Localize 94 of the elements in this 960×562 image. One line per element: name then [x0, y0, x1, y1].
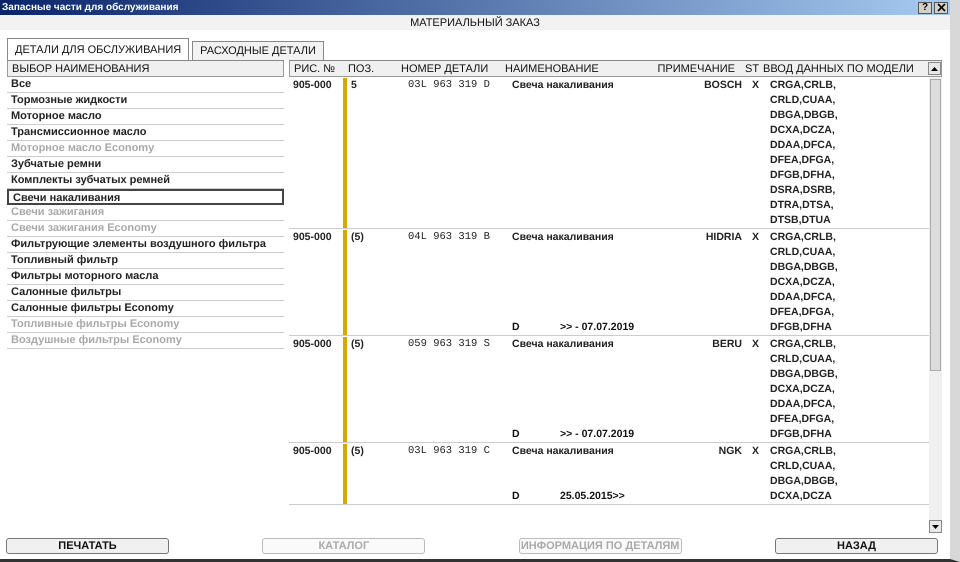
model-code: CRGA,CRLB,	[770, 337, 837, 352]
model-code: CRLD,CUAA,	[770, 245, 836, 260]
model-code: DCXA,DCZA,	[770, 123, 836, 138]
model-code: DBGA,DBGB,	[770, 367, 839, 382]
action-button[interactable]: ПЕЧАТАТЬ	[6, 538, 169, 554]
table-cell-text: (5)	[350, 444, 365, 459]
model-code: CRGA,CRLB,	[770, 230, 837, 245]
scroll-down-button[interactable]	[929, 520, 942, 533]
row-marker	[343, 444, 347, 504]
table-cell-text: 905-000	[292, 230, 333, 245]
column-header: ВЫБОР НАИМЕНОВАНИЯ	[7, 61, 284, 77]
table-cell-text: Свеча накаливания	[512, 444, 615, 459]
sidebar-item[interactable]: Фильтры моторного масла	[7, 269, 284, 285]
table-cell-text: 03L 963 319 D	[408, 78, 491, 93]
table-cell-text: Свеча накаливания	[512, 230, 615, 245]
model-code: DFEA,DFGA,	[770, 412, 836, 427]
scrollbar[interactable]	[929, 77, 942, 533]
model-code: DSRA,DSRB,	[770, 183, 836, 198]
table-cell-text: D	[512, 320, 521, 335]
table-cell-text: 905-000	[292, 337, 333, 352]
sidebar-item[interactable]: Все	[7, 77, 284, 93]
sidebar-item[interactable]: Топливный фильтр	[7, 253, 284, 269]
table-cell-text: BERU	[711, 337, 742, 352]
table-cell-text: BOSCH	[703, 78, 742, 93]
model-code: DFEA,DFGA,	[770, 305, 836, 320]
model-code: DFGB,DFHA	[770, 320, 833, 335]
header-title: МАТЕРИАЛЬНЫЙ ЗАКАЗ	[410, 16, 540, 28]
column-header: ST	[744, 62, 760, 74]
date-range: >> - 07.07.2019	[560, 427, 634, 442]
model-code: DTSB,DTUA	[770, 213, 832, 228]
table-cell-text: 04L 963 319 B	[408, 230, 491, 245]
sidebar-item[interactable]: Моторное масло	[7, 109, 284, 125]
help-button[interactable]: ?	[918, 2, 932, 14]
model-code: DTRA,DTSA,	[770, 198, 835, 213]
date-range: >> - 07.07.2019	[560, 320, 634, 335]
action-button[interactable]: НАЗАД	[774, 538, 938, 554]
table-cell-text: X	[751, 78, 760, 93]
model-code: DCXA,DCZA,	[770, 275, 836, 290]
table-cell-text: D	[512, 427, 521, 442]
table-cell-text: 905-000	[292, 444, 333, 459]
column-header: ВВОД ДАННЫХ ПО МОДЕЛИ	[763, 62, 915, 74]
column-header: НАИМЕНОВАНИЕ	[505, 62, 600, 74]
sidebar-item[interactable]: Зубчатые ремни	[7, 157, 284, 173]
table-cell-text: HIDRIA	[704, 230, 742, 245]
tab[interactable]: РАСХОДНЫЕ ДЕТАЛИ	[192, 41, 324, 60]
column-header: ПРИМЕЧАНИЕ	[656, 62, 735, 74]
window-title: Запасные части для обслуживания	[2, 2, 178, 13]
model-code: CRGA,CRLB,	[770, 444, 837, 459]
sidebar-item[interactable]: Комплекты зубчатых ремней	[7, 173, 284, 189]
table-cell-text: 059 963 319 S	[408, 337, 491, 352]
table-cell-text: X	[751, 337, 760, 352]
model-code: DBGA,DBGB,	[770, 108, 839, 123]
table-cell-text: X	[751, 444, 760, 459]
table-cell-text: X	[751, 230, 760, 245]
down-arrow-icon	[932, 524, 939, 528]
model-code: CRLD,CUAA,	[770, 352, 836, 367]
scroll-thumb[interactable]	[930, 79, 941, 371]
model-code: DCXA,DCZA,	[770, 382, 836, 397]
column-header: РИС. №	[293, 62, 336, 74]
table-cell-text: 03L 963 319 C	[408, 444, 491, 459]
model-code: DBGA,DBGB,	[770, 474, 839, 489]
sidebar-item[interactable]: Трансмиссионное масло	[7, 125, 284, 141]
table-cell-text: (5)	[350, 337, 365, 352]
model-code: DDAA,DFCA,	[770, 397, 836, 412]
table-cell-text: D	[512, 489, 521, 504]
date-range: 25.05.2015>>	[560, 489, 625, 504]
table-cell-text: NGK	[718, 444, 742, 459]
model-code: DDAA,DFCA,	[770, 138, 836, 153]
scroll-up-button[interactable]	[928, 62, 941, 75]
sidebar-item[interactable]: Тормозные жидкости	[7, 93, 284, 109]
close-icon	[936, 3, 946, 12]
model-code: DFEA,DFGA,	[770, 153, 836, 168]
table-cell-text: (5)	[350, 230, 365, 245]
model-code: CRLD,CUAA,	[770, 93, 836, 108]
sidebar-item[interactable]: Салонные фильтры Economy	[7, 301, 284, 317]
sidebar-item[interactable]: Свечи накаливания	[7, 189, 284, 205]
close-button[interactable]	[934, 2, 948, 14]
model-code: CRGA,CRLB,	[770, 78, 837, 93]
table-cell-text: Свеча накаливания	[512, 78, 615, 93]
model-code: DCXA,DCZA	[770, 489, 833, 504]
model-code: DDAA,DFCA,	[770, 290, 836, 305]
model-code: DFGB,DFHA,	[770, 168, 836, 183]
sidebar-item[interactable]: Салонные фильтры	[7, 285, 284, 301]
up-arrow-icon	[931, 66, 938, 70]
column-header: ПОЗ.	[347, 62, 376, 74]
model-code: DFGB,DFHA	[770, 427, 833, 442]
model-code: CRLD,CUAA,	[770, 459, 836, 474]
tab[interactable]: ДЕТАЛИ ДЛЯ ОБСЛУЖИВАНИЯ	[7, 38, 190, 60]
table-cell-text: 5	[350, 78, 358, 93]
sidebar-item[interactable]: Фильтрующие элементы воздушного фильтра	[7, 237, 284, 253]
table-cell-text: Свеча накаливания	[512, 337, 615, 352]
table-cell-text: 905-000	[292, 78, 333, 93]
column-header: НОМЕР ДЕТАЛИ	[401, 62, 490, 74]
model-code: DBGA,DBGB,	[770, 260, 839, 275]
